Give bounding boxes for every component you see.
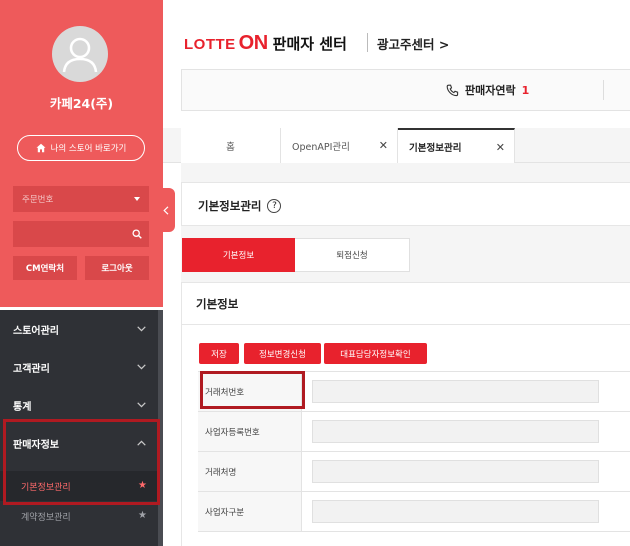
chevron-up-icon	[137, 440, 146, 446]
user-icon	[62, 37, 98, 73]
logo-on-text: ON	[238, 32, 269, 54]
sidebar-item-store[interactable]: 스토어관리	[0, 310, 158, 348]
sidebar-item-seller-info[interactable]: 판매자정보	[0, 424, 158, 462]
home-icon	[36, 143, 46, 153]
page-title: 기본정보관리 ?	[198, 198, 282, 214]
my-store-button[interactable]: 나의 스토어 바로가기	[17, 135, 145, 161]
contact-label: 판매자연락	[465, 84, 516, 97]
submenu-item-basic-info[interactable]: 기본정보관리 ★	[0, 471, 158, 501]
submenu-item-contract-info[interactable]: 계약정보관리 ★	[0, 501, 158, 531]
shop-name: 카페24(주)	[49, 96, 114, 111]
business-reg-number-field[interactable]	[312, 420, 599, 443]
phone-icon	[446, 84, 459, 96]
business-type-field[interactable]	[312, 500, 599, 523]
my-store-button-label: 나의 스토어 바로가기	[50, 144, 127, 154]
chevron-down-icon	[137, 364, 146, 370]
order-number-select[interactable]: 주문번호	[13, 186, 149, 212]
header-divider	[367, 33, 368, 52]
sidebar-search-input[interactable]	[13, 221, 149, 247]
close-icon[interactable]: ✕	[379, 139, 388, 152]
tab-label: 기본정보관리	[409, 143, 462, 154]
logo-seller-center-text: 판매자 센터	[272, 35, 347, 53]
star-icon[interactable]: ★	[138, 511, 147, 521]
save-button[interactable]: 저장	[199, 343, 239, 364]
sidebar: 카페24(주) 나의 스토어 바로가기 주문번호 CM연락처 로그아웃 스토어관…	[0, 0, 163, 546]
tab-basic-info[interactable]: 기본정보관리 ✕	[398, 128, 515, 164]
tab-label: OpenAPI관리	[292, 141, 350, 153]
form-label: 사업자구분	[198, 492, 302, 531]
section-title: 기본정보	[196, 297, 239, 311]
form-label: 사업자등록번호	[198, 412, 302, 451]
tab-openapi[interactable]: OpenAPI관리 ✕	[281, 128, 398, 163]
page-title-text: 기본정보관리	[198, 199, 262, 213]
seller-contact[interactable]: 판매자연락 1	[446, 82, 529, 98]
cm-contact-button[interactable]: CM연락처	[13, 256, 77, 280]
form-label: 거래처번호	[198, 372, 302, 411]
contact-divider	[603, 80, 604, 100]
chevron-down-icon	[137, 326, 146, 332]
help-icon[interactable]: ?	[267, 199, 282, 213]
sidebar-item-label: 고객관리	[13, 363, 50, 375]
chevron-left-icon	[163, 205, 169, 215]
sidebar-item-statistics[interactable]: 통계	[0, 386, 158, 424]
form-row-business-type: 사업자구분	[198, 492, 630, 532]
form-label: 거래처명	[198, 452, 302, 491]
contact-bar	[181, 69, 630, 111]
submenu-item-label: 계약정보관리	[21, 512, 71, 523]
sidebar-item-label: 판매자정보	[13, 439, 59, 451]
account-name-field[interactable]	[312, 460, 599, 483]
section-divider	[181, 324, 630, 325]
logout-button[interactable]: 로그아웃	[85, 256, 149, 280]
order-select-label: 주문번호	[22, 195, 54, 205]
tab-label: 홈	[226, 141, 235, 153]
search-icon[interactable]	[132, 229, 142, 239]
sidebar-item-label: 스토어관리	[13, 325, 59, 337]
close-icon[interactable]: ✕	[496, 141, 505, 154]
sidebar-menu: 스토어관리 고객관리 통계 판매자정보 기본정보관리 ★ 계약정보관리 ★	[0, 310, 163, 546]
avatar	[52, 26, 108, 82]
sidebar-scrollbar-thumb[interactable]	[158, 310, 163, 546]
sidebar-item-customer[interactable]: 고객관리	[0, 348, 158, 386]
lotteon-logo[interactable]: LOTTE ON 판매자 센터	[184, 32, 347, 55]
account-number-field[interactable]	[312, 380, 599, 403]
request-change-button[interactable]: 정보변경신청	[244, 343, 321, 364]
form-row-account-name: 거래처명	[198, 452, 630, 492]
caret-down-icon	[134, 197, 140, 201]
logo-lotte-text: LOTTE	[184, 36, 236, 53]
chevron-down-icon	[137, 402, 146, 408]
sub-tab-withdrawal[interactable]: 퇴점신청	[295, 238, 410, 272]
contact-number: 1	[521, 83, 530, 97]
submenu-item-label: 기본정보관리	[21, 482, 71, 493]
ad-center-link[interactable]: 광고주센터 >	[377, 34, 449, 53]
basic-info-form: 거래처번호 사업자등록번호 거래처명 사업자구분	[198, 371, 630, 546]
tab-home[interactable]: 홈	[181, 128, 281, 163]
form-row-business-reg-number: 사업자등록번호	[198, 412, 630, 452]
check-representative-button[interactable]: 대표담당자정보확인	[324, 343, 427, 364]
star-icon[interactable]: ★	[138, 481, 147, 491]
sub-tab-basic-info[interactable]: 기본정보	[182, 238, 295, 272]
sidebar-item-label: 통계	[13, 401, 32, 413]
form-row-account-number: 거래처번호	[198, 372, 630, 412]
sidebar-scrollbar[interactable]	[158, 310, 163, 546]
sidebar-collapse-button[interactable]	[157, 188, 175, 232]
